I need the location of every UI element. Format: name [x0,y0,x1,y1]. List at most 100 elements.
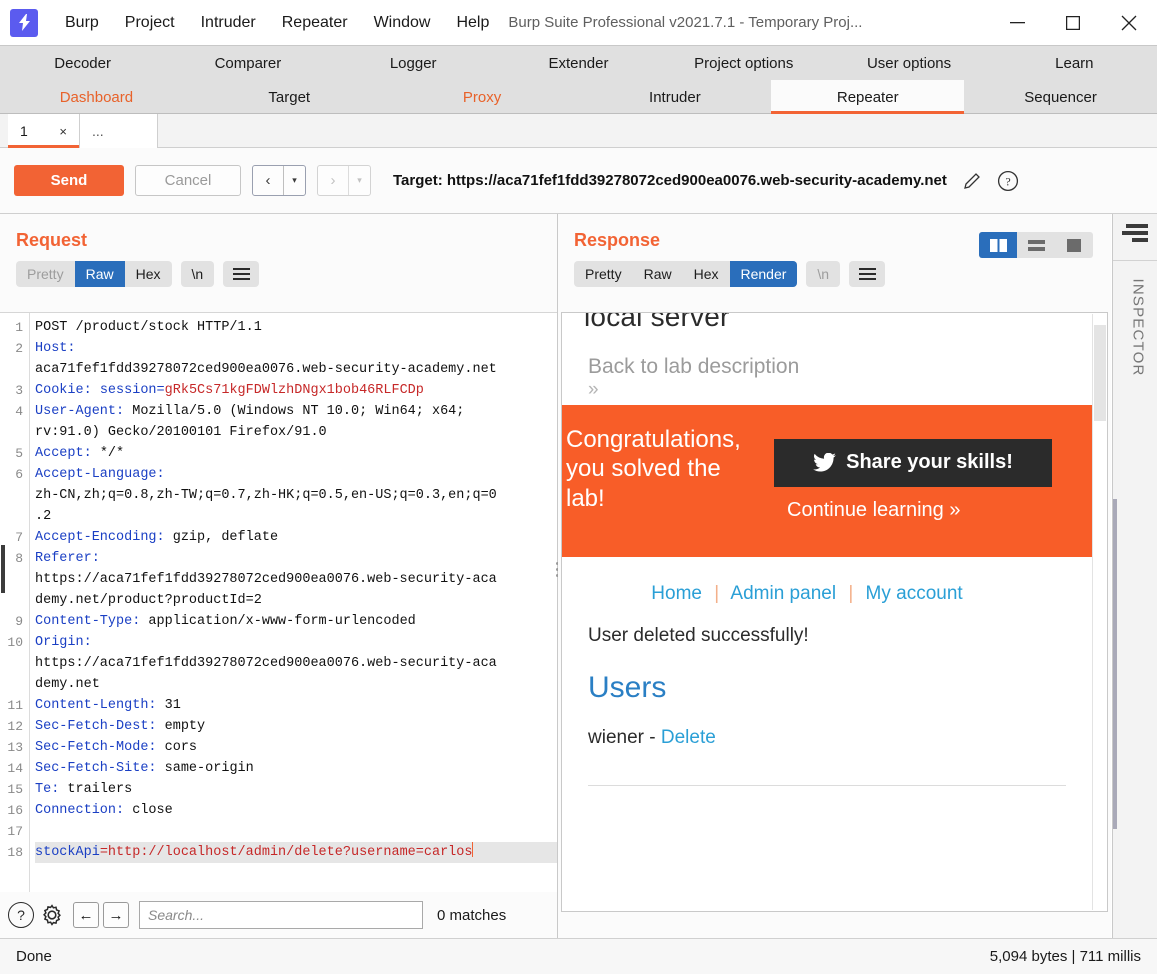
inspector-filter-icon[interactable] [1122,224,1148,246]
request-token: Mozilla/5.0 (Windows NT 10.0; Win64; x64… [124,404,465,419]
search-next-button[interactable]: → [103,902,129,928]
menu-intruder[interactable]: Intruder [188,0,269,46]
forward-dropdown-icon[interactable]: ▾ [348,166,370,195]
request-line[interactable]: https://aca71fef1fdd39278072ced900ea0076… [35,653,557,674]
tab-user-options[interactable]: User options [826,46,991,80]
request-line[interactable]: https://aca71fef1fdd39278072ced900ea0076… [35,569,557,590]
menu-project[interactable]: Project [112,0,188,46]
minimize-button[interactable] [989,0,1045,45]
request-tab-hex[interactable]: Hex [125,261,172,287]
request-newline-toggle[interactable]: \n [180,261,215,287]
response-scrollbar[interactable] [1092,314,1106,910]
nav-my-account[interactable]: My account [866,583,963,604]
request-line[interactable]: Origin: [35,632,557,653]
share-skills-button[interactable]: Share your skills! [774,438,1052,487]
pencil-icon[interactable] [961,170,983,192]
maximize-button[interactable] [1045,0,1101,45]
request-line[interactable]: Connection: close [35,800,557,821]
menu-burp[interactable]: Burp [52,0,112,46]
request-line[interactable]: Sec-Fetch-Mode: cors [35,737,557,758]
search-prev-button[interactable]: ← [73,902,99,928]
delete-user-link[interactable]: Delete [661,727,716,748]
continue-learning-link[interactable]: Continue learning » [787,499,960,522]
response-tab-pretty[interactable]: Pretty [574,261,633,287]
layout-toggle-group [979,232,1093,258]
help-icon[interactable]: ? [997,170,1019,192]
request-code[interactable]: POST /product/stock HTTP/1.1 Host: aca71fe… [31,313,557,863]
cancel-button[interactable]: Cancel [135,165,241,196]
back-dropdown-icon[interactable]: ▾ [283,166,305,195]
request-line[interactable]: zh-CN,zh;q=0.8,zh-TW;q=0.7,zh-HK;q=0.5,e… [35,485,557,506]
request-line[interactable]: rv:91.0) Gecko/20100101 Firefox/91.0 [35,422,557,443]
search-input[interactable] [139,901,423,929]
request-line[interactable]: Sec-Fetch-Dest: empty [35,716,557,737]
request-line[interactable]: User-Agent: Mozilla/5.0 (Windows NT 10.0… [35,401,557,422]
request-line[interactable] [35,821,557,842]
repeater-tab-add[interactable]: ... [80,114,158,148]
nav-home[interactable]: Home [651,583,702,604]
tab-dashboard[interactable]: Dashboard [0,80,193,114]
request-line[interactable]: Host: [35,338,557,359]
inspector-panel[interactable]: INSPECTOR [1112,214,1157,938]
request-line[interactable]: Accept-Encoding: gzip, deflate [35,527,557,548]
request-line[interactable]: Accept-Language: [35,464,557,485]
inspector-edge-bar[interactable] [1113,499,1117,829]
request-line[interactable]: Accept: */* [35,443,557,464]
split-vertical-icon[interactable] [979,232,1017,258]
gear-icon[interactable] [39,902,65,928]
tab-comparer[interactable]: Comparer [165,46,330,80]
response-tab-render[interactable]: Render [729,261,798,287]
menu-repeater[interactable]: Repeater [269,0,361,46]
request-line[interactable]: aca71fef1fdd39278072ced900ea0076.web-sec… [35,359,557,380]
request-line[interactable]: Referer: [35,548,557,569]
back-to-lab-link[interactable]: Back to lab description » [562,333,1092,401]
tab-intruder[interactable]: Intruder [578,80,771,114]
tab-sequencer[interactable]: Sequencer [964,80,1157,114]
request-line[interactable]: Content-Length: 31 [35,695,557,716]
request-tab-raw[interactable]: Raw [74,261,125,287]
request-line[interactable]: stockApi=http://localhost/admin/delete?u… [35,842,557,863]
back-arrow-icon[interactable]: ‹ [253,166,283,195]
close-button[interactable] [1101,0,1157,45]
response-menu-icon[interactable] [849,261,886,287]
tab-row-primary: Dashboard Target Proxy Intruder Repeater… [0,80,1157,114]
request-line[interactable]: .2 [35,506,557,527]
request-line[interactable]: Cookie: session=gRk5Cs71kgFDWlzhDNgx1bob… [35,380,557,401]
menu-help[interactable]: Help [443,0,502,46]
request-horizontal-scroll-indicator[interactable] [1,545,5,593]
response-scrollbar-thumb[interactable] [1094,325,1106,421]
single-pane-icon[interactable] [1055,232,1093,258]
split-horizontal-icon[interactable] [1017,232,1055,258]
request-line[interactable]: Te: trailers [35,779,557,800]
request-editor[interactable]: 1 2 3 4 5 6 7 8 9 10 11 12 13 14 15 16 17 18 POST /produc… [0,312,557,892]
forward-arrow-icon[interactable]: › [318,166,348,195]
request-line[interactable]: Sec-Fetch-Site: same-origin [35,758,557,779]
request-menu-icon[interactable] [223,261,260,287]
request-line[interactable]: POST /product/stock HTTP/1.1 [35,317,557,338]
tab-repeater[interactable]: Repeater [771,80,965,114]
repeater-tab-1[interactable]: 1 × [8,114,80,148]
request-line[interactable]: demy.net/product?productId=2 [35,590,557,611]
search-help-icon[interactable]: ? [8,902,34,928]
response-render-view[interactable]: local server Back to lab description » C… [561,312,1108,912]
tab-proxy[interactable]: Proxy [386,80,579,114]
request-line[interactable]: demy.net [35,674,557,695]
tab-target[interactable]: Target [193,80,386,114]
request-tab-pretty[interactable]: Pretty [16,261,75,287]
tab-decoder[interactable]: Decoder [0,46,165,80]
go-back-group[interactable]: ‹ ▾ [252,165,306,196]
request-line[interactable]: Content-Type: application/x-www-form-url… [35,611,557,632]
response-newline-toggle[interactable]: \n [806,261,841,287]
repeater-tab-1-close-icon[interactable]: × [59,124,67,139]
response-tab-raw[interactable]: Raw [633,261,683,287]
tab-learn[interactable]: Learn [992,46,1157,80]
go-forward-group[interactable]: › ▾ [317,165,371,196]
nav-admin-panel[interactable]: Admin panel [730,583,836,604]
request-token: Content-Length: [35,698,157,713]
response-tab-hex[interactable]: Hex [683,261,730,287]
tab-project-options[interactable]: Project options [661,46,826,80]
menu-window[interactable]: Window [361,0,444,46]
tab-logger[interactable]: Logger [331,46,496,80]
send-button[interactable]: Send [14,165,124,196]
tab-extender[interactable]: Extender [496,46,661,80]
